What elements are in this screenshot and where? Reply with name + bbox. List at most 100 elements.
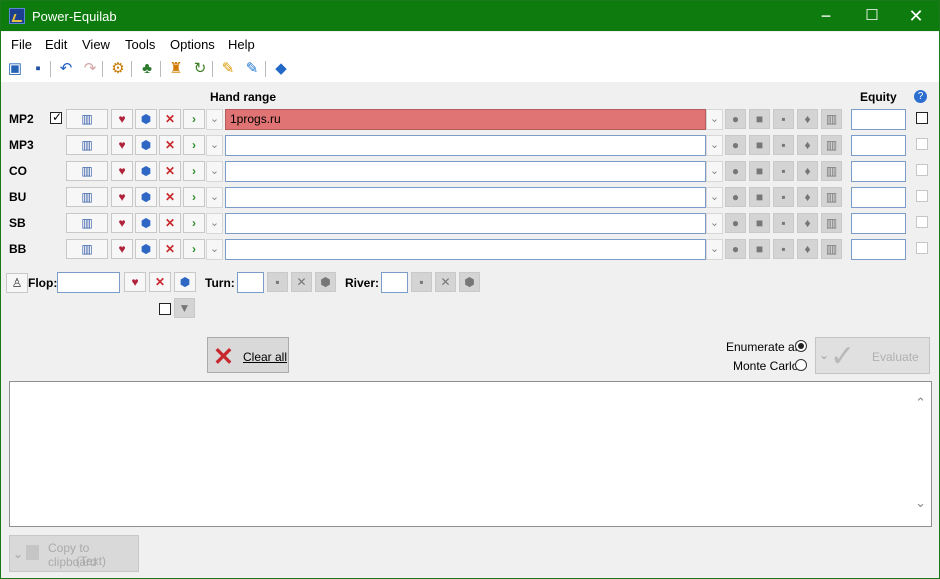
card-button[interactable]: ♥: [111, 213, 133, 233]
row-left-dropdown[interactable]: ⌄: [206, 239, 223, 260]
flame-icon[interactable]: ♦: [797, 135, 818, 155]
circle-icon[interactable]: ●: [725, 161, 746, 181]
flop-input[interactable]: [57, 272, 120, 293]
player-checkbox[interactable]: ✓: [50, 110, 62, 124]
shape-icon[interactable]: ■: [749, 109, 770, 129]
flame-icon[interactable]: ♦: [797, 187, 818, 207]
square-icon[interactable]: ▪: [773, 213, 794, 233]
equity-field[interactable]: [851, 161, 906, 182]
turn-input[interactable]: [237, 272, 264, 293]
card-button[interactable]: ♥: [111, 161, 133, 181]
clear-all-button[interactable]: ✕ Clear all: [207, 337, 289, 373]
undo-icon[interactable]: ↶: [57, 60, 75, 78]
dice-button[interactable]: ⬢: [135, 135, 157, 155]
scroll-down-icon[interactable]: ⌄: [915, 495, 926, 511]
equity-field[interactable]: [851, 239, 906, 260]
river-dice-button[interactable]: ⬢: [459, 272, 480, 292]
range-dropdown[interactable]: ⌄: [706, 239, 723, 260]
shape-icon[interactable]: ■: [749, 187, 770, 207]
range-dropdown[interactable]: ⌄: [706, 135, 723, 156]
flame-icon[interactable]: ♦: [797, 239, 818, 259]
evaluate-button[interactable]: ⌄ ✓ Evaluate: [815, 337, 930, 374]
play-row-icon[interactable]: ›: [183, 109, 205, 129]
river-card-button[interactable]: ▪: [411, 272, 432, 292]
bar-icon[interactable]: ▥: [821, 161, 842, 181]
close-button[interactable]: ✕: [893, 1, 939, 31]
circle-icon[interactable]: ●: [725, 239, 746, 259]
hand-range-input[interactable]: [225, 187, 706, 208]
enumerate-all-radio[interactable]: [795, 340, 807, 352]
square-icon[interactable]: ▪: [773, 239, 794, 259]
equity-checkbox[interactable]: [916, 242, 928, 254]
bar-icon[interactable]: ▥: [821, 135, 842, 155]
dice-button[interactable]: ⬢: [135, 161, 157, 181]
bar-icon[interactable]: ▥: [821, 239, 842, 259]
clear-row-icon[interactable]: ✕: [159, 239, 181, 259]
range-grid-button[interactable]: ▥: [66, 161, 108, 181]
dice-button[interactable]: ⬢: [135, 109, 157, 129]
range-grid-button[interactable]: ▥: [66, 135, 108, 155]
circle-icon[interactable]: ●: [725, 109, 746, 129]
square-icon[interactable]: ▪: [773, 109, 794, 129]
shape-icon[interactable]: ■: [749, 135, 770, 155]
equity-checkbox[interactable]: [916, 190, 928, 202]
flame-icon[interactable]: ♦: [797, 109, 818, 129]
circle-icon[interactable]: ●: [725, 135, 746, 155]
bar-icon[interactable]: ▥: [821, 109, 842, 129]
menu-options[interactable]: Options: [170, 37, 215, 52]
equity-field[interactable]: [851, 187, 906, 208]
hand-range-input[interactable]: [225, 239, 706, 260]
card-button[interactable]: ♥: [111, 187, 133, 207]
range-grid-button[interactable]: ▥: [66, 213, 108, 233]
flop-card-button[interactable]: ♥: [124, 272, 146, 292]
row-left-dropdown[interactable]: ⌄: [206, 161, 223, 182]
flame-icon[interactable]: ♦: [797, 213, 818, 233]
card-button[interactable]: ♥: [111, 239, 133, 259]
gear-icon[interactable]: ⚙: [109, 60, 127, 78]
hand-range-input[interactable]: 1progs.ru: [225, 109, 706, 130]
range-dropdown[interactable]: ⌄: [706, 213, 723, 234]
square-icon[interactable]: ▪: [773, 135, 794, 155]
range-dropdown[interactable]: ⌄: [706, 161, 723, 182]
dice-button[interactable]: ⬢: [135, 239, 157, 259]
clear-row-icon[interactable]: ✕: [159, 187, 181, 207]
tree-icon[interactable]: ♣: [138, 60, 156, 78]
play-row-icon[interactable]: ›: [183, 161, 205, 181]
refresh-icon[interactable]: ↻: [191, 60, 209, 78]
dice-button[interactable]: ⬢: [135, 187, 157, 207]
pencil-icon[interactable]: ✎: [219, 60, 237, 78]
maximize-button[interactable]: ☐: [849, 1, 895, 31]
circle-icon[interactable]: ●: [725, 213, 746, 233]
equity-field[interactable]: [851, 109, 906, 130]
equity-checkbox[interactable]: [916, 112, 928, 124]
equity-checkbox[interactable]: [916, 164, 928, 176]
range-grid-button[interactable]: ▥: [66, 187, 108, 207]
range-dropdown[interactable]: ⌄: [706, 187, 723, 208]
bucket-icon[interactable]: ♜: [167, 60, 185, 78]
filter-checkbox[interactable]: [159, 303, 171, 315]
menu-tools[interactable]: Tools: [125, 37, 155, 52]
menu-view[interactable]: View: [82, 37, 110, 52]
row-left-dropdown[interactable]: ⌄: [206, 213, 223, 234]
shape-icon[interactable]: ■: [749, 161, 770, 181]
redo-icon[interactable]: ↷: [81, 60, 99, 78]
copy-clipboard-button[interactable]: ⌄ Copy to clipboard (Text): [9, 535, 139, 572]
flame-icon[interactable]: ♦: [797, 161, 818, 181]
turn-card-button[interactable]: ▪: [267, 272, 288, 292]
bar-icon[interactable]: ▥: [821, 213, 842, 233]
shape-icon[interactable]: ■: [749, 239, 770, 259]
bar-icon[interactable]: ▥: [821, 187, 842, 207]
play-row-icon[interactable]: ›: [183, 135, 205, 155]
row-left-dropdown[interactable]: ⌄: [206, 187, 223, 208]
hand-range-input[interactable]: [225, 161, 706, 182]
play-row-icon[interactable]: ›: [183, 239, 205, 259]
card-button[interactable]: ♥: [111, 135, 133, 155]
menu-edit[interactable]: Edit: [45, 37, 67, 52]
equity-checkbox[interactable]: [916, 138, 928, 150]
open-folder-icon[interactable]: ▣: [6, 60, 24, 78]
menu-file[interactable]: File: [11, 37, 32, 52]
clear-row-icon[interactable]: ✕: [159, 135, 181, 155]
equity-checkbox[interactable]: [916, 216, 928, 228]
clear-row-icon[interactable]: ✕: [159, 161, 181, 181]
book-icon[interactable]: ◆: [272, 60, 290, 78]
